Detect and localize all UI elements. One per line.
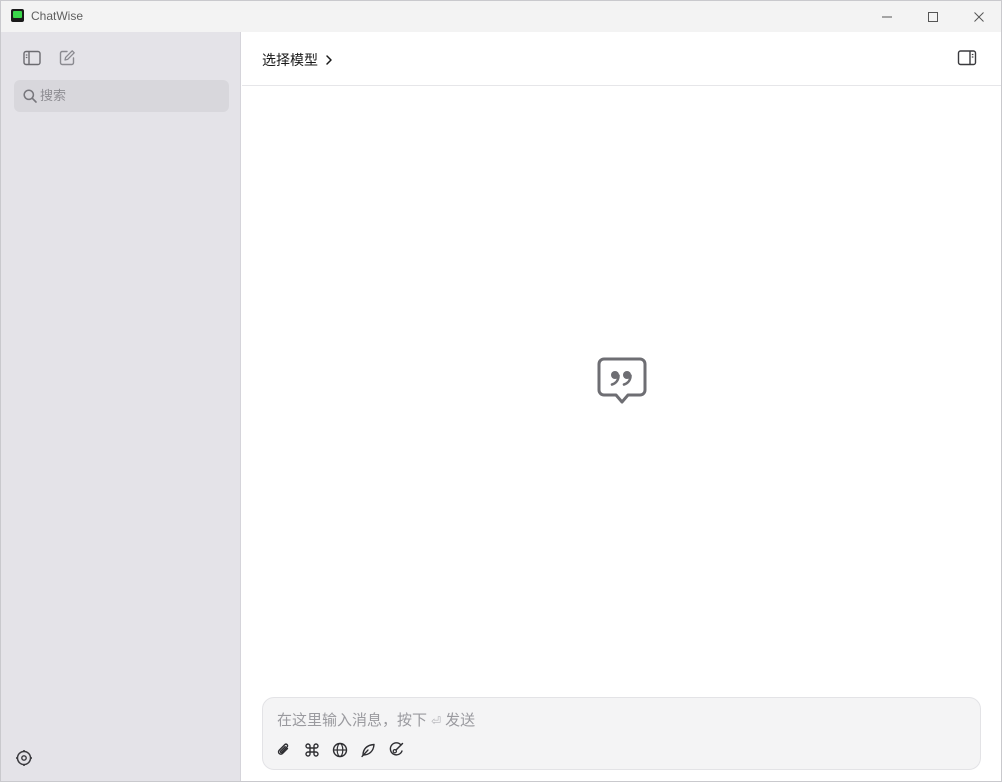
web-search-button[interactable]	[331, 741, 349, 759]
sidebar-toggle-icon	[23, 50, 41, 66]
paperclip-icon	[277, 743, 289, 755]
minimize-button[interactable]	[864, 1, 910, 32]
settings-icon	[16, 750, 32, 766]
right-panel-toggle-icon	[957, 50, 977, 66]
maximize-button[interactable]	[910, 1, 956, 32]
title-bar: ChatWise	[1, 1, 1001, 32]
app-logo-icon	[11, 9, 24, 22]
model-selector-label: 选择模型	[262, 53, 318, 69]
new-chat-icon	[59, 49, 75, 65]
main-header: 选择模型	[242, 32, 1001, 86]
settings-button[interactable]	[15, 749, 33, 767]
app-window: ChatWise 搜索 选择模型 在这里输入消息，按下 ⏎ 发送	[0, 0, 1002, 782]
search-box	[14, 80, 229, 112]
leaf-button[interactable]	[359, 741, 377, 759]
quote-bubble-icon	[596, 356, 648, 406]
message-composer: 在这里输入消息，按下 ⏎ 发送	[262, 697, 981, 770]
sidebar-toggle-button[interactable]	[22, 48, 42, 68]
command-icon	[305, 743, 319, 757]
maximize-icon	[928, 11, 938, 22]
close-button[interactable]	[956, 1, 1001, 32]
leaf-icon	[361, 743, 375, 758]
search-icon	[22, 88, 38, 104]
window-title: ChatWise	[31, 9, 84, 23]
command-button[interactable]	[303, 741, 321, 759]
right-panel-toggle-button[interactable]	[957, 49, 977, 69]
globe-icon	[332, 742, 348, 758]
minimize-icon	[882, 16, 892, 17]
close-icon	[974, 11, 984, 22]
brush-icon	[389, 742, 404, 756]
message-input[interactable]	[276, 708, 966, 732]
model-selector[interactable]: 选择模型	[262, 49, 334, 71]
attach-button[interactable]	[275, 741, 293, 759]
search-input[interactable]	[40, 84, 220, 108]
chevron-right-icon	[326, 55, 332, 65]
new-chat-button[interactable]	[57, 47, 77, 67]
main-panel: 选择模型 在这里输入消息，按下 ⏎ 发送	[242, 32, 1001, 781]
image-generation-button[interactable]	[387, 741, 405, 759]
sidebar	[1, 32, 241, 781]
